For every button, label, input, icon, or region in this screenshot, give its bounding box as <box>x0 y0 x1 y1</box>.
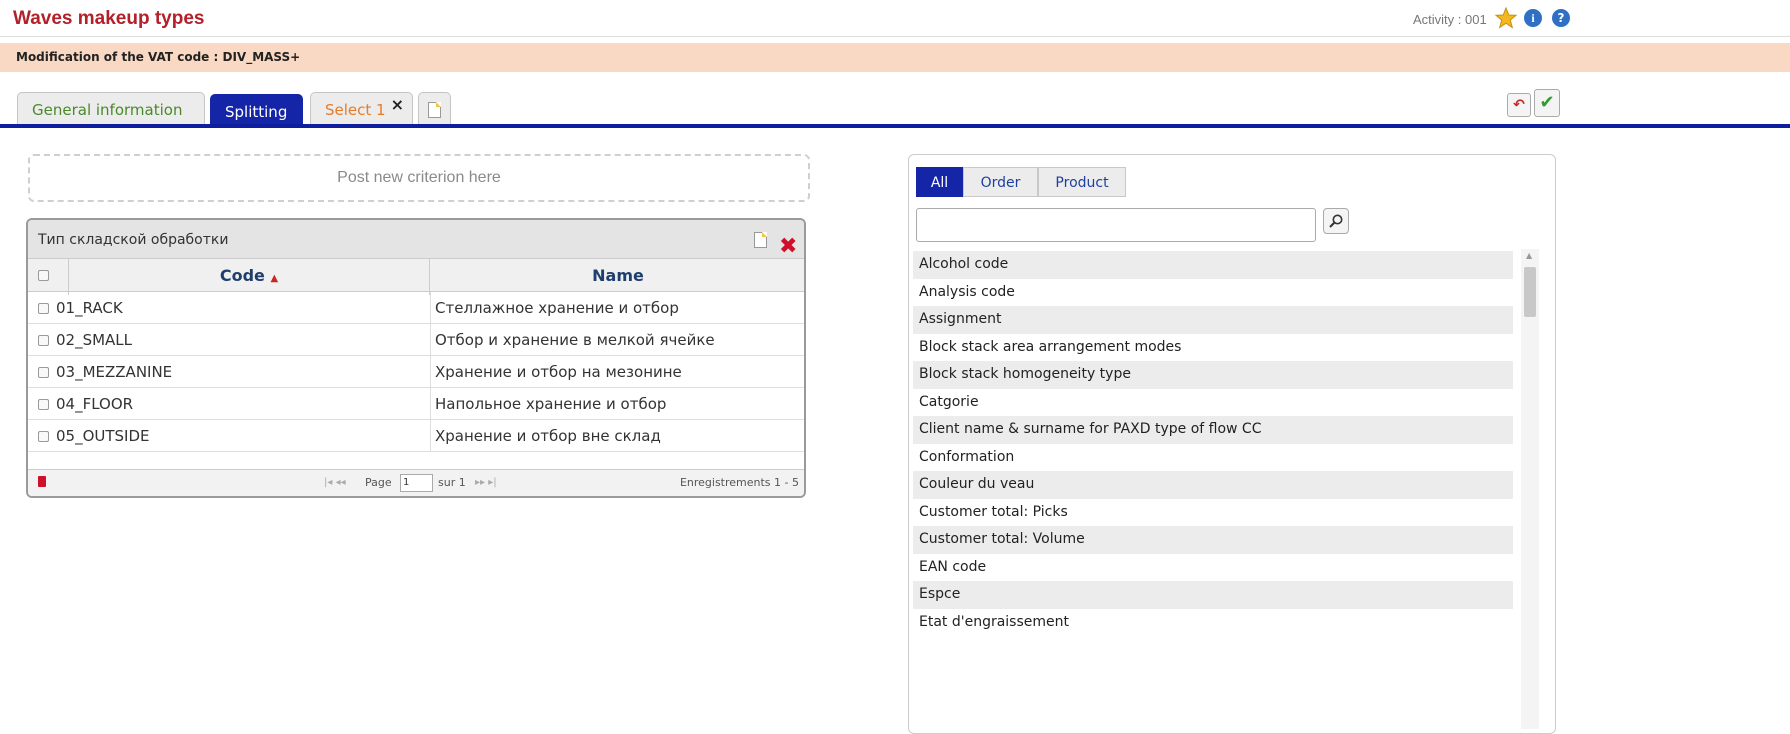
row-checkbox[interactable] <box>38 335 49 346</box>
filter-tab-product[interactable]: Product <box>1038 167 1126 197</box>
validate-button[interactable]: ✔ <box>1534 89 1560 117</box>
row-checkbox[interactable] <box>38 399 49 410</box>
select-all-checkbox[interactable] <box>38 270 49 281</box>
new-document-icon[interactable] <box>754 232 767 248</box>
grid-pager: |◂ ◂◂ Page 1 sur 1 ▸▸ ▸| Enregistrements… <box>28 469 804 496</box>
page-label: Page <box>365 476 392 489</box>
row-checkbox[interactable] <box>38 431 49 442</box>
column-header-code[interactable]: Code ▲ <box>68 259 430 295</box>
list-item[interactable]: Conformation <box>913 444 1513 472</box>
grid-header: Code ▲ Name <box>28 259 804 295</box>
page-title: Waves makeup types <box>13 8 205 29</box>
list-item[interactable]: Etat d'engraissement <box>913 609 1513 637</box>
attribute-list: Alcohol code Analysis code Assignment Bl… <box>913 251 1513 636</box>
records-count: Enregistrements 1 - 5 <box>679 476 799 489</box>
list-item[interactable]: Assignment <box>913 306 1513 334</box>
cell-name: Хранение и отбор на мезонине <box>430 356 804 388</box>
table-row[interactable]: 05_OUTSIDE Хранение и отбор вне склад <box>28 420 804 452</box>
modification-label: Modification of the VAT code : DIV_MASS+ <box>16 50 301 64</box>
criterion-grid: Тип складской обработки ✖ Code ▲ Name 01… <box>26 218 806 498</box>
grid-title: Тип складской обработки <box>38 232 229 248</box>
column-code-label: Code <box>219 266 265 285</box>
cell-code: 05_OUTSIDE <box>56 427 150 445</box>
list-item[interactable]: Espce <box>913 581 1513 609</box>
list-item[interactable]: EAN code <box>913 554 1513 582</box>
cell-name: Отбор и хранение в мелкой ячейке <box>430 324 804 356</box>
cell-name: Стеллажное хранение и отбор <box>430 292 804 324</box>
cell-code: 02_SMALL <box>56 331 133 349</box>
table-row[interactable]: 03_MEZZANINE Хранение и отбор на мезонин… <box>28 356 804 388</box>
list-item[interactable]: Customer total: Picks <box>913 499 1513 527</box>
tab-select-1[interactable]: Select 1 × <box>310 92 413 126</box>
list-item[interactable]: Analysis code <box>913 279 1513 307</box>
search-input[interactable] <box>916 208 1316 242</box>
cell-code: 03_MEZZANINE <box>56 363 173 381</box>
tab-select-label: Select 1 <box>325 101 386 119</box>
modification-bar: Modification of the VAT code : DIV_MASS+ <box>0 43 1790 72</box>
scroll-thumb[interactable] <box>1524 267 1536 317</box>
undo-button[interactable]: ↶ <box>1507 93 1531 117</box>
tab-general-information[interactable]: General information <box>17 92 205 126</box>
cell-code: 01_RACK <box>56 299 123 317</box>
list-item[interactable]: Block stack homogeneity type <box>913 361 1513 389</box>
list-item[interactable]: Client name & surname for PAXD type of f… <box>913 416 1513 444</box>
search-icon <box>1329 214 1343 228</box>
cell-code: 04_FLOOR <box>56 395 134 413</box>
table-row[interactable]: 02_SMALL Отбор и хранение в мелкой ячейк… <box>28 324 804 356</box>
scroll-up-icon[interactable]: ▲ <box>1526 251 1532 260</box>
close-tab-icon[interactable]: × <box>391 88 404 122</box>
list-scrollbar[interactable]: ▲ <box>1521 249 1539 729</box>
column-header-name[interactable]: Name <box>430 259 804 292</box>
cell-name: Хранение и отбор вне склад <box>430 420 804 452</box>
activity-label: Activity : 001 <box>1413 12 1487 27</box>
attribute-panel: All Order Product Alcohol code Analysis … <box>908 154 1556 734</box>
tab-underline <box>0 124 1790 128</box>
grid-title-bar: Тип складской обработки ✖ <box>28 220 804 259</box>
sort-icon[interactable]: ▲ <box>270 273 278 284</box>
title-bar: Waves makeup types Activity : 001 i ? <box>0 0 1790 37</box>
trash-icon[interactable] <box>38 476 46 487</box>
search-button[interactable] <box>1323 208 1349 234</box>
table-row[interactable]: 01_RACK Стеллажное хранение и отбор <box>28 292 804 324</box>
help-icon[interactable]: ? <box>1552 9 1570 27</box>
new-document-icon <box>428 102 441 118</box>
next-last-page-icon[interactable]: ▸▸ ▸| <box>475 477 497 488</box>
filter-tab-all[interactable]: All <box>916 167 963 197</box>
filter-tab-order[interactable]: Order <box>963 167 1038 197</box>
list-item[interactable]: Catgorie <box>913 389 1513 417</box>
criterion-dropzone[interactable]: Post new criterion here <box>28 154 810 202</box>
list-item[interactable]: Couleur du veau <box>913 471 1513 499</box>
first-prev-page-icon[interactable]: |◂ ◂◂ <box>324 477 346 488</box>
tab-splitting[interactable]: Splitting <box>210 94 303 128</box>
row-checkbox[interactable] <box>38 367 49 378</box>
new-tab-button[interactable] <box>418 92 451 126</box>
info-icon[interactable]: i <box>1524 9 1542 27</box>
page-total-label: sur 1 <box>438 476 466 489</box>
table-row[interactable]: 04_FLOOR Напольное хранение и отбор <box>28 388 804 420</box>
cell-name: Напольное хранение и отбор <box>430 388 804 420</box>
list-item[interactable]: Customer total: Volume <box>913 526 1513 554</box>
row-checkbox[interactable] <box>38 303 49 314</box>
star-icon[interactable] <box>1494 6 1518 30</box>
list-item[interactable]: Alcohol code <box>913 251 1513 279</box>
page-input[interactable]: 1 <box>400 474 433 492</box>
list-item[interactable]: Block stack area arrangement modes <box>913 334 1513 362</box>
